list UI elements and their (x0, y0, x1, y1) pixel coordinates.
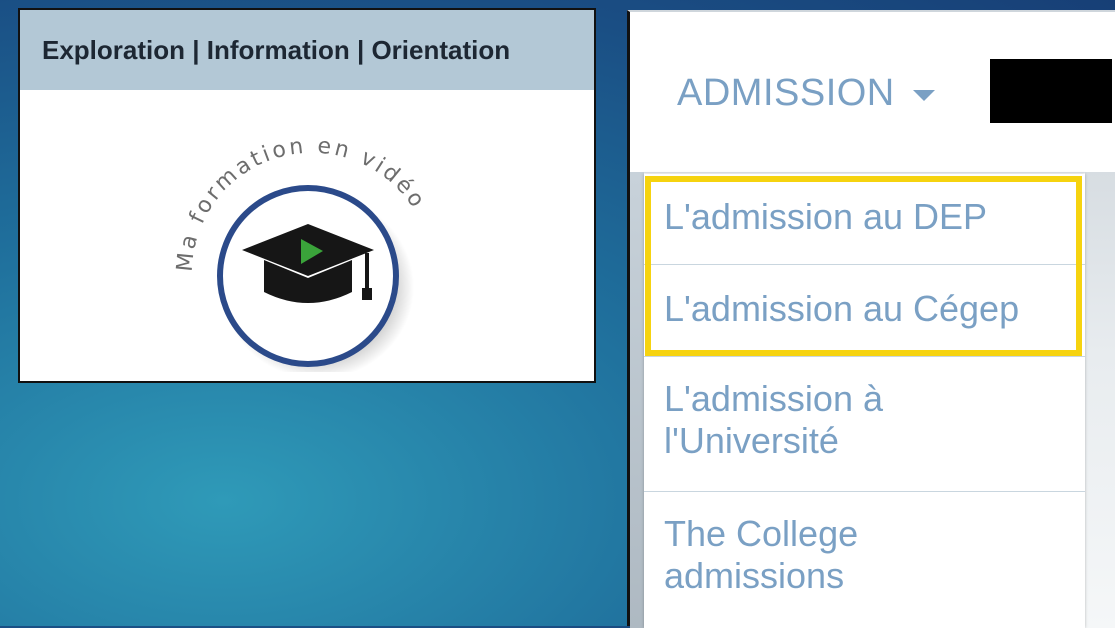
dropdown-item-dep[interactable]: L'admission au DEP (644, 174, 1085, 265)
dropdown-item-cegep[interactable]: L'admission au Cégep (644, 266, 1085, 357)
ma-formation-en-video-logo[interactable]: Ma formation en vidéo (160, 102, 460, 372)
logo-area: Ma formation en vidéo (20, 90, 594, 381)
background-strip-right (1085, 172, 1115, 628)
card-header-title: Exploration | Information | Orientation (20, 10, 594, 90)
dropdown-item-college-admissions[interactable]: The College admissions (644, 493, 1085, 628)
dropdown-item-universite[interactable]: L'admission à l'Université (644, 358, 1085, 492)
video-card[interactable]: Exploration | Information | Orientation … (18, 8, 596, 383)
background-strip (630, 172, 644, 628)
top-nav: ADMISSION (630, 12, 1115, 173)
redacted-block (990, 59, 1112, 123)
admission-menu-button[interactable]: ADMISSION (677, 72, 935, 115)
admission-dropdown: L'admission au DEP L'admission au Cégep … (644, 174, 1085, 628)
admission-label: ADMISSION (677, 72, 895, 114)
caret-down-icon (912, 90, 935, 101)
site-menu-panel: ADMISSION L'admission au DEP L'admission… (627, 10, 1115, 628)
